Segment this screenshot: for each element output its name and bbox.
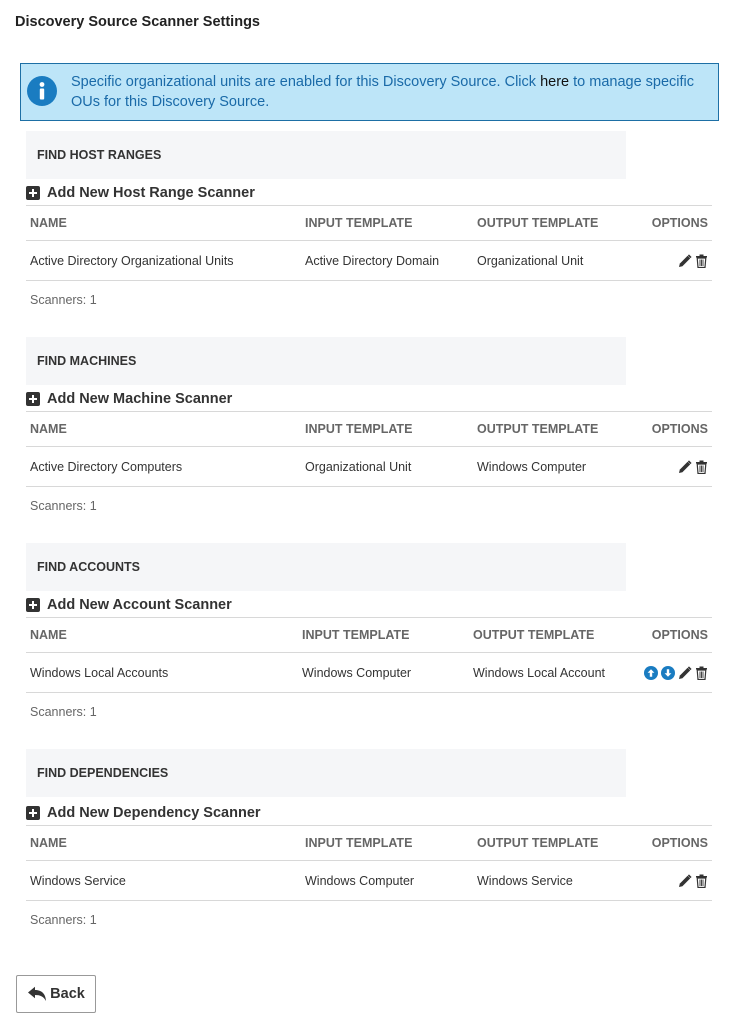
scanner-table: NAME INPUT TEMPLATE OUTPUT TEMPLATE OPTI… xyxy=(26,205,712,281)
column-header-options: OPTIONS xyxy=(628,825,712,861)
column-header-options: OPTIONS xyxy=(628,411,712,447)
page-title: Discovery Source Scanner Settings xyxy=(15,14,260,30)
section-header: FIND ACCOUNTS xyxy=(26,543,626,591)
cell-input-template: Active Directory Domain xyxy=(301,240,473,281)
pencil-icon[interactable] xyxy=(678,460,692,474)
section-machines: FIND MACHINES Add New Machine Scanner NA… xyxy=(26,337,712,513)
table-row: Active Directory Organizational Units Ac… xyxy=(26,240,712,281)
table-header-row: NAME INPUT TEMPLATE OUTPUT TEMPLATE OPTI… xyxy=(26,411,712,447)
trash-icon[interactable] xyxy=(695,874,708,888)
table-header-row: NAME INPUT TEMPLATE OUTPUT TEMPLATE OPTI… xyxy=(26,825,712,861)
cell-name: Active Directory Organizational Units xyxy=(26,240,301,281)
scanner-count: Scanners: 1 xyxy=(30,913,97,927)
cell-output-template: Windows Local Account xyxy=(469,652,624,693)
scanner-count: Scanners: 1 xyxy=(30,499,97,513)
scanner-table: NAME INPUT TEMPLATE OUTPUT TEMPLATE OPTI… xyxy=(26,825,712,901)
add-label: Add New Dependency Scanner xyxy=(47,805,261,821)
back-arrow-icon xyxy=(27,986,47,1002)
pencil-icon[interactable] xyxy=(678,666,692,680)
cell-options xyxy=(628,240,712,281)
column-header-input-template: INPUT TEMPLATE xyxy=(301,825,473,861)
column-header-input-template: INPUT TEMPLATE xyxy=(298,617,469,653)
column-header-name: NAME xyxy=(26,411,301,447)
section-header: FIND DEPENDENCIES xyxy=(26,749,626,797)
column-header-name: NAME xyxy=(26,205,301,241)
cell-output-template: Organizational Unit xyxy=(473,240,628,281)
add-label: Add New Machine Scanner xyxy=(47,391,233,407)
pencil-icon[interactable] xyxy=(678,254,692,268)
scanner-count: Scanners: 1 xyxy=(30,293,97,307)
column-header-options: OPTIONS xyxy=(624,617,712,653)
pencil-icon[interactable] xyxy=(678,874,692,888)
cell-name: Windows Service xyxy=(26,860,301,901)
table-header-row: NAME INPUT TEMPLATE OUTPUT TEMPLATE OPTI… xyxy=(26,617,712,653)
info-banner: Specific organizational units are enable… xyxy=(20,63,719,121)
info-icon xyxy=(27,76,57,106)
back-button-label: Back xyxy=(50,986,85,1002)
table-header-row: NAME INPUT TEMPLATE OUTPUT TEMPLATE OPTI… xyxy=(26,205,712,241)
table-row: Windows Local Accounts Windows Computer … xyxy=(26,652,712,693)
plus-square-icon xyxy=(26,186,40,200)
manage-ous-link[interactable]: here xyxy=(540,74,569,90)
back-button[interactable]: Back xyxy=(16,975,96,1013)
column-header-options: OPTIONS xyxy=(628,205,712,241)
arrow-up-circle-icon[interactable] xyxy=(644,665,658,680)
column-header-name: NAME xyxy=(26,825,301,861)
column-header-input-template: INPUT TEMPLATE xyxy=(301,205,473,241)
cell-input-template: Windows Computer xyxy=(301,860,473,901)
column-header-output-template: OUTPUT TEMPLATE xyxy=(469,617,624,653)
section-accounts: FIND ACCOUNTS Add New Account Scanner NA… xyxy=(26,543,712,719)
plus-square-icon xyxy=(26,598,40,612)
table-row: Windows Service Windows Computer Windows… xyxy=(26,860,712,901)
cell-output-template: Windows Service xyxy=(473,860,628,901)
trash-icon[interactable] xyxy=(695,254,708,268)
cell-options xyxy=(624,652,712,693)
info-text-before: Specific organizational units are enable… xyxy=(71,74,541,90)
column-header-output-template: OUTPUT TEMPLATE xyxy=(473,411,628,447)
add-host-range-scanner-button[interactable]: Add New Host Range Scanner xyxy=(26,181,712,205)
section-header: FIND MACHINES xyxy=(26,337,626,385)
cell-input-template: Windows Computer xyxy=(298,652,469,693)
trash-icon[interactable] xyxy=(695,460,708,474)
section-dependencies: FIND DEPENDENCIES Add New Dependency Sca… xyxy=(26,749,712,927)
add-dependency-scanner-button[interactable]: Add New Dependency Scanner xyxy=(26,801,712,825)
info-text: Specific organizational units are enable… xyxy=(71,72,711,112)
cell-input-template: Organizational Unit xyxy=(301,446,473,487)
add-label: Add New Account Scanner xyxy=(47,597,232,613)
trash-icon[interactable] xyxy=(695,666,708,680)
column-header-output-template: OUTPUT TEMPLATE xyxy=(473,825,628,861)
table-row: Active Directory Computers Organizationa… xyxy=(26,446,712,487)
cell-options xyxy=(628,446,712,487)
add-machine-scanner-button[interactable]: Add New Machine Scanner xyxy=(26,387,712,411)
scanner-count: Scanners: 1 xyxy=(30,705,97,719)
cell-output-template: Windows Computer xyxy=(473,446,628,487)
column-header-input-template: INPUT TEMPLATE xyxy=(301,411,473,447)
plus-square-icon xyxy=(26,806,40,820)
plus-square-icon xyxy=(26,392,40,406)
section-host-ranges: FIND HOST RANGES Add New Host Range Scan… xyxy=(26,131,712,307)
section-header: FIND HOST RANGES xyxy=(26,131,626,179)
cell-options xyxy=(628,860,712,901)
scanner-table: NAME INPUT TEMPLATE OUTPUT TEMPLATE OPTI… xyxy=(26,617,712,693)
add-label: Add New Host Range Scanner xyxy=(47,185,255,201)
column-header-name: NAME xyxy=(26,617,298,653)
cell-name: Windows Local Accounts xyxy=(26,652,298,693)
arrow-down-circle-icon[interactable] xyxy=(661,665,675,680)
scanner-table: NAME INPUT TEMPLATE OUTPUT TEMPLATE OPTI… xyxy=(26,411,712,487)
add-account-scanner-button[interactable]: Add New Account Scanner xyxy=(26,593,712,617)
column-header-output-template: OUTPUT TEMPLATE xyxy=(473,205,628,241)
cell-name: Active Directory Computers xyxy=(26,446,301,487)
